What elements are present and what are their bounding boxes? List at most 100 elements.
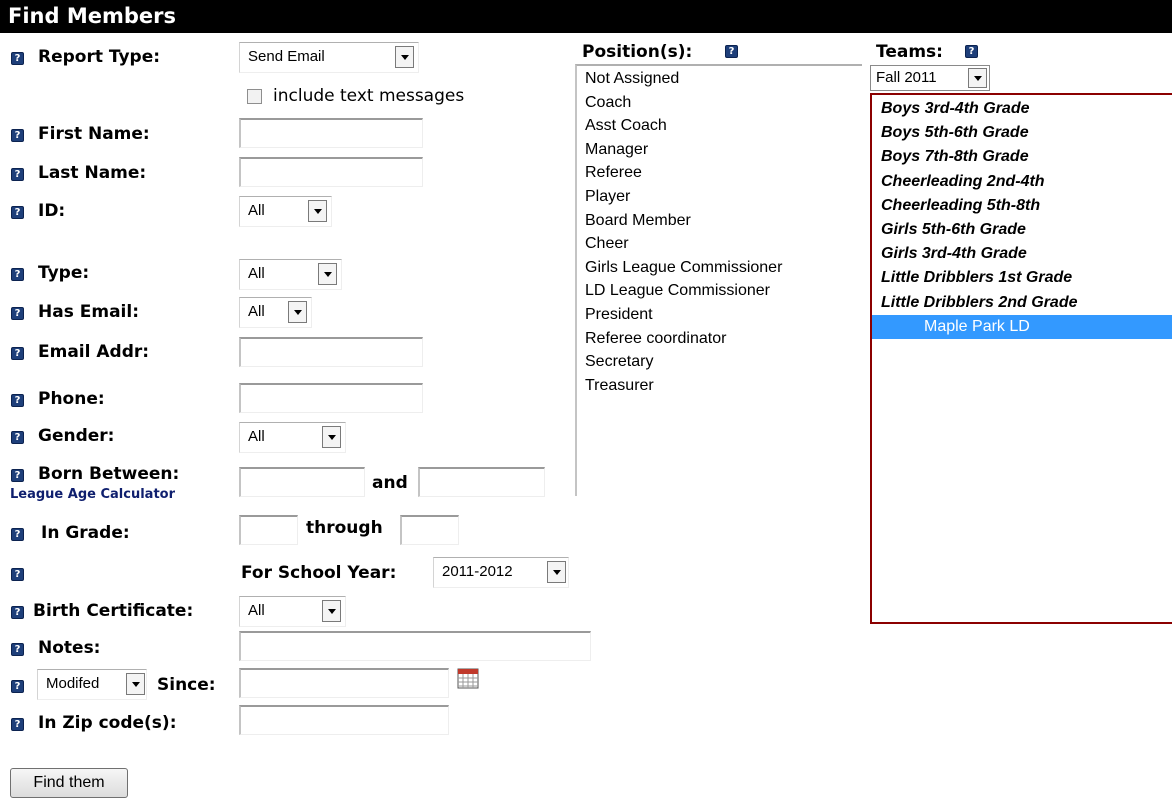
positions-label: Position(s): <box>582 42 693 62</box>
position-option[interactable]: Not Assigned <box>577 67 862 91</box>
chevron-down-icon <box>308 200 327 222</box>
since-label: Since: <box>157 675 216 695</box>
position-option[interactable]: Coach <box>577 91 862 115</box>
gender-select[interactable]: All <box>239 422 346 453</box>
zip-codes-label: In Zip code(s): <box>38 713 177 733</box>
born-to-input[interactable] <box>418 467 545 497</box>
help-icon[interactable]: ? <box>11 268 24 281</box>
first-name-input[interactable] <box>239 118 423 148</box>
include-text-messages-label: include text messages <box>273 86 465 106</box>
since-date-input[interactable] <box>239 668 449 698</box>
team-option[interactable]: Boys 7th-8th Grade <box>872 145 1172 169</box>
phone-label: Phone: <box>38 389 105 409</box>
page-title: Find Members <box>8 4 176 28</box>
help-icon[interactable]: ? <box>725 45 738 58</box>
help-icon[interactable]: ? <box>11 394 24 407</box>
grade-to-input[interactable] <box>400 515 459 545</box>
include-text-messages-checkbox[interactable] <box>247 89 262 104</box>
born-between-label: Born Between: <box>38 464 180 484</box>
chevron-down-icon <box>322 600 341 622</box>
position-option[interactable]: LD League Commissioner <box>577 279 862 303</box>
team-option[interactable]: Cheerleading 5th-8th <box>872 194 1172 218</box>
report-type-label: Report Type: <box>38 47 161 67</box>
season-value: Fall 2011 <box>876 69 937 86</box>
find-them-button[interactable]: Find them <box>10 768 128 798</box>
chevron-down-icon <box>968 68 987 88</box>
team-option[interactable]: Little Dribblers 2nd Grade <box>872 291 1172 315</box>
position-option[interactable]: Asst Coach <box>577 114 862 138</box>
grade-from-input[interactable] <box>239 515 298 545</box>
last-name-input[interactable] <box>239 157 423 187</box>
position-option[interactable]: Girls League Commissioner <box>577 256 862 280</box>
help-icon[interactable]: ? <box>11 528 24 541</box>
chevron-down-icon <box>288 301 307 323</box>
email-addr-input[interactable] <box>239 337 423 367</box>
gender-value: All <box>248 428 265 445</box>
teams-listbox[interactable]: Boys 3rd-4th Grade Boys 5th-6th Grade Boys… <box>870 93 1172 624</box>
has-email-value: All <box>248 303 265 320</box>
teams-label: Teams: <box>876 42 943 62</box>
and-label: and <box>372 473 408 493</box>
school-year-value: 2011-2012 <box>442 563 513 580</box>
team-option-selected[interactable]: Maple Park LD <box>872 314 1172 340</box>
help-icon[interactable]: ? <box>11 680 24 693</box>
help-icon[interactable]: ? <box>11 307 24 320</box>
for-school-year-label: For School Year: <box>241 563 397 583</box>
zip-codes-input[interactable] <box>239 705 449 735</box>
chevron-down-icon <box>318 263 337 285</box>
type-label: Type: <box>38 263 90 283</box>
help-icon[interactable]: ? <box>11 718 24 731</box>
position-option[interactable]: Treasurer <box>577 374 862 398</box>
help-icon[interactable]: ? <box>11 469 24 482</box>
help-icon[interactable]: ? <box>11 52 24 65</box>
chevron-down-icon <box>395 46 414 68</box>
position-option[interactable]: Board Member <box>577 209 862 233</box>
help-icon[interactable]: ? <box>11 643 24 656</box>
email-addr-label: Email Addr: <box>38 342 150 362</box>
chevron-down-icon <box>322 426 341 448</box>
type-select[interactable]: All <box>239 259 342 290</box>
position-option[interactable]: President <box>577 303 862 327</box>
gender-label: Gender: <box>38 426 115 446</box>
help-icon[interactable]: ? <box>11 347 24 360</box>
born-from-input[interactable] <box>239 467 365 497</box>
team-option[interactable]: Boys 5th-6th Grade <box>872 121 1172 145</box>
position-option[interactable]: Referee coordinator <box>577 327 862 351</box>
position-option[interactable]: Manager <box>577 138 862 162</box>
position-option[interactable]: Referee <box>577 161 862 185</box>
birth-certificate-value: All <box>248 602 265 619</box>
through-label: through <box>306 518 383 538</box>
position-option[interactable]: Cheer <box>577 232 862 256</box>
chevron-down-icon <box>126 673 145 695</box>
birth-certificate-label: Birth Certificate: <box>33 601 194 621</box>
team-option[interactable]: Girls 5th-6th Grade <box>872 218 1172 242</box>
help-icon[interactable]: ? <box>11 129 24 142</box>
report-type-select[interactable]: Send Email <box>239 42 419 73</box>
type-value: All <box>248 265 265 282</box>
position-option[interactable]: Secretary <box>577 350 862 374</box>
help-icon[interactable]: ? <box>11 568 24 581</box>
id-select[interactable]: All <box>239 196 332 227</box>
team-option[interactable]: Girls 3rd-4th Grade <box>872 242 1172 266</box>
team-option[interactable]: Boys 3rd-4th Grade <box>872 97 1172 121</box>
team-option[interactable]: Cheerleading 2nd-4th <box>872 170 1172 194</box>
id-value: All <box>248 202 265 219</box>
calendar-icon[interactable] <box>457 667 479 689</box>
season-select[interactable]: Fall 2011 <box>870 65 990 91</box>
position-option[interactable]: Player <box>577 185 862 209</box>
birth-certificate-select[interactable]: All <box>239 596 346 627</box>
help-icon[interactable]: ? <box>11 168 24 181</box>
help-icon[interactable]: ? <box>11 431 24 444</box>
has-email-select[interactable]: All <box>239 297 312 328</box>
school-year-select[interactable]: 2011-2012 <box>433 557 569 588</box>
help-icon[interactable]: ? <box>11 206 24 219</box>
notes-input[interactable] <box>239 631 591 661</box>
positions-listbox[interactable]: Not Assigned Coach Asst Coach Manager Refere… <box>575 64 862 496</box>
phone-input[interactable] <box>239 383 423 413</box>
help-icon[interactable]: ? <box>11 606 24 619</box>
team-option[interactable]: Little Dribblers 1st Grade <box>872 266 1172 290</box>
league-age-calculator-link[interactable]: League Age Calculator <box>10 487 175 502</box>
first-name-label: First Name: <box>38 124 150 144</box>
modified-select[interactable]: Modifed <box>37 669 147 700</box>
help-icon[interactable]: ? <box>965 45 978 58</box>
